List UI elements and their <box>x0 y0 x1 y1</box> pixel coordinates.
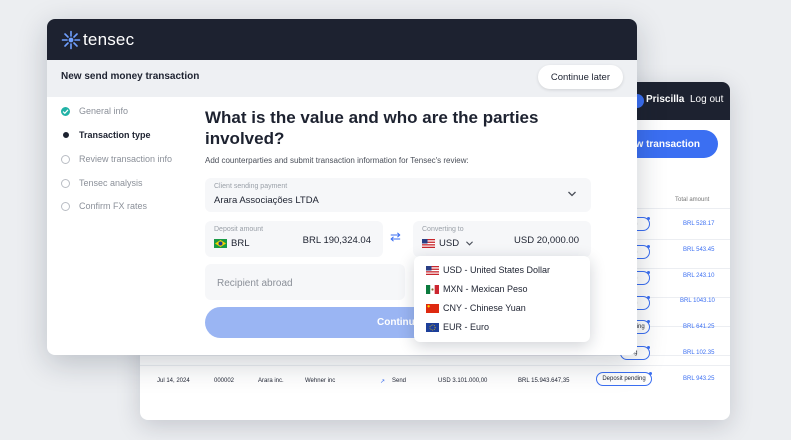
converting-currency: USD <box>439 238 460 249</box>
option-label: USD - United States Dollar <box>443 265 551 275</box>
total-amount: BRL 528.17 <box>683 221 715 227</box>
step-label: Transaction type <box>79 130 151 140</box>
total-amount: BRL 943.25 <box>683 376 715 382</box>
row-counterparty: Wehner inc <box>305 378 336 384</box>
step-review-transaction-info[interactable]: Review transaction info <box>61 154 172 164</box>
row-usd-amount: USD 3.101.000,00 <box>438 378 488 384</box>
recipient-input[interactable]: Recipient abroad <box>205 264 405 300</box>
row-direction: Send <box>392 378 407 384</box>
converting-amount-value: USD 20,000.00 <box>514 235 579 246</box>
app-header: tensec <box>47 19 637 60</box>
tensec-logo-icon <box>61 30 81 50</box>
option-label: CNY - Chinese Yuan <box>443 303 526 313</box>
row-brl-amount: BRL 15.943.647,35 <box>518 378 570 384</box>
converting-label: Converting to <box>422 226 464 233</box>
client-label: Client sending payment <box>214 183 288 190</box>
step-confirm-fx-rates[interactable]: Confirm FX rates <box>61 201 147 211</box>
row-divider <box>140 365 730 366</box>
currency-option-usd[interactable]: USD - United States Dollar <box>426 265 550 275</box>
step-tensec-analysis[interactable]: Tensec analysis <box>61 178 143 188</box>
deposit-label: Deposit amount <box>214 226 264 233</box>
step-label: Tensec analysis <box>79 178 143 188</box>
currency-dropdown: USD - United States Dollar MXN - Mexican… <box>414 256 590 342</box>
status-badge: Deposit pending <box>596 372 652 386</box>
user-name: Priscilla <box>646 94 685 105</box>
converting-to-field[interactable]: Converting to USD USD 20,000.00 <box>413 221 591 257</box>
chevron-down-icon <box>466 241 474 246</box>
pending-dot-icon <box>61 201 70 211</box>
br-flag-icon <box>214 239 227 248</box>
form-heading: What is the value and who are the partie… <box>205 108 539 148</box>
step-general-info[interactable]: General info <box>61 106 128 116</box>
step-label: General info <box>79 106 129 116</box>
total-amount: BRL 1043.10 <box>680 298 715 304</box>
send-arrow-icon: ↗ <box>380 379 386 385</box>
us-flag-icon <box>426 265 439 275</box>
brand-name: tensec <box>83 30 135 49</box>
step-label: Review transaction info <box>79 154 173 164</box>
row-id: 000002 <box>214 378 235 384</box>
deposit-currency: BRL <box>231 238 250 249</box>
client-value: Arara Associações LTDA <box>214 195 319 206</box>
currency-select[interactable]: USD <box>422 238 474 249</box>
deposit-amount-value: BRL 190,324.04 <box>302 235 371 246</box>
form-description: Add counterparties and submit transactio… <box>205 156 469 165</box>
pending-dot-icon <box>61 178 70 188</box>
continue-later-button[interactable]: Continue later <box>537 65 623 89</box>
recipient-placeholder: Recipient abroad <box>217 278 293 289</box>
page-title: New send money transaction <box>61 71 200 82</box>
eu-flag-icon <box>426 322 439 332</box>
row-company: Arara inc. <box>258 378 284 384</box>
chevron-down-icon <box>568 191 576 197</box>
total-amount: BRL 543.45 <box>683 247 715 253</box>
deposit-amount-field[interactable]: Deposit amount BRL BRL 190,324.04 <box>205 221 383 257</box>
currency-option-eur[interactable]: EUR - Euro <box>426 322 489 332</box>
subheader: New send money transaction Continue late… <box>47 60 637 97</box>
currency-option-cny[interactable]: CNY - Chinese Yuan <box>426 303 526 313</box>
us-flag-icon <box>422 239 435 248</box>
currency-option-mxn[interactable]: MXN - Mexican Peso <box>426 284 528 294</box>
mx-flag-icon <box>426 284 439 294</box>
total-amount: BRL 641.25 <box>683 324 715 330</box>
pending-dot-icon <box>61 154 70 164</box>
logout-link[interactable]: Log out <box>690 94 723 105</box>
total-amount: BRL 243.10 <box>683 273 715 279</box>
check-icon <box>61 106 70 116</box>
swap-arrows-icon[interactable]: ⇄ <box>390 229 401 245</box>
row-date: Jul 14, 2024 <box>157 378 190 384</box>
active-dot-icon <box>63 132 69 138</box>
option-label: MXN - Mexican Peso <box>443 284 528 294</box>
step-label: Confirm FX rates <box>79 201 148 211</box>
option-label: EUR - Euro <box>443 322 490 332</box>
total-amount: BRL 102.35 <box>683 350 715 356</box>
client-select[interactable]: Client sending payment Arara Associações… <box>205 178 591 212</box>
column-header-total: Total amount <box>675 197 710 203</box>
step-transaction-type[interactable]: Transaction type <box>61 130 151 140</box>
cn-flag-icon <box>426 303 439 313</box>
